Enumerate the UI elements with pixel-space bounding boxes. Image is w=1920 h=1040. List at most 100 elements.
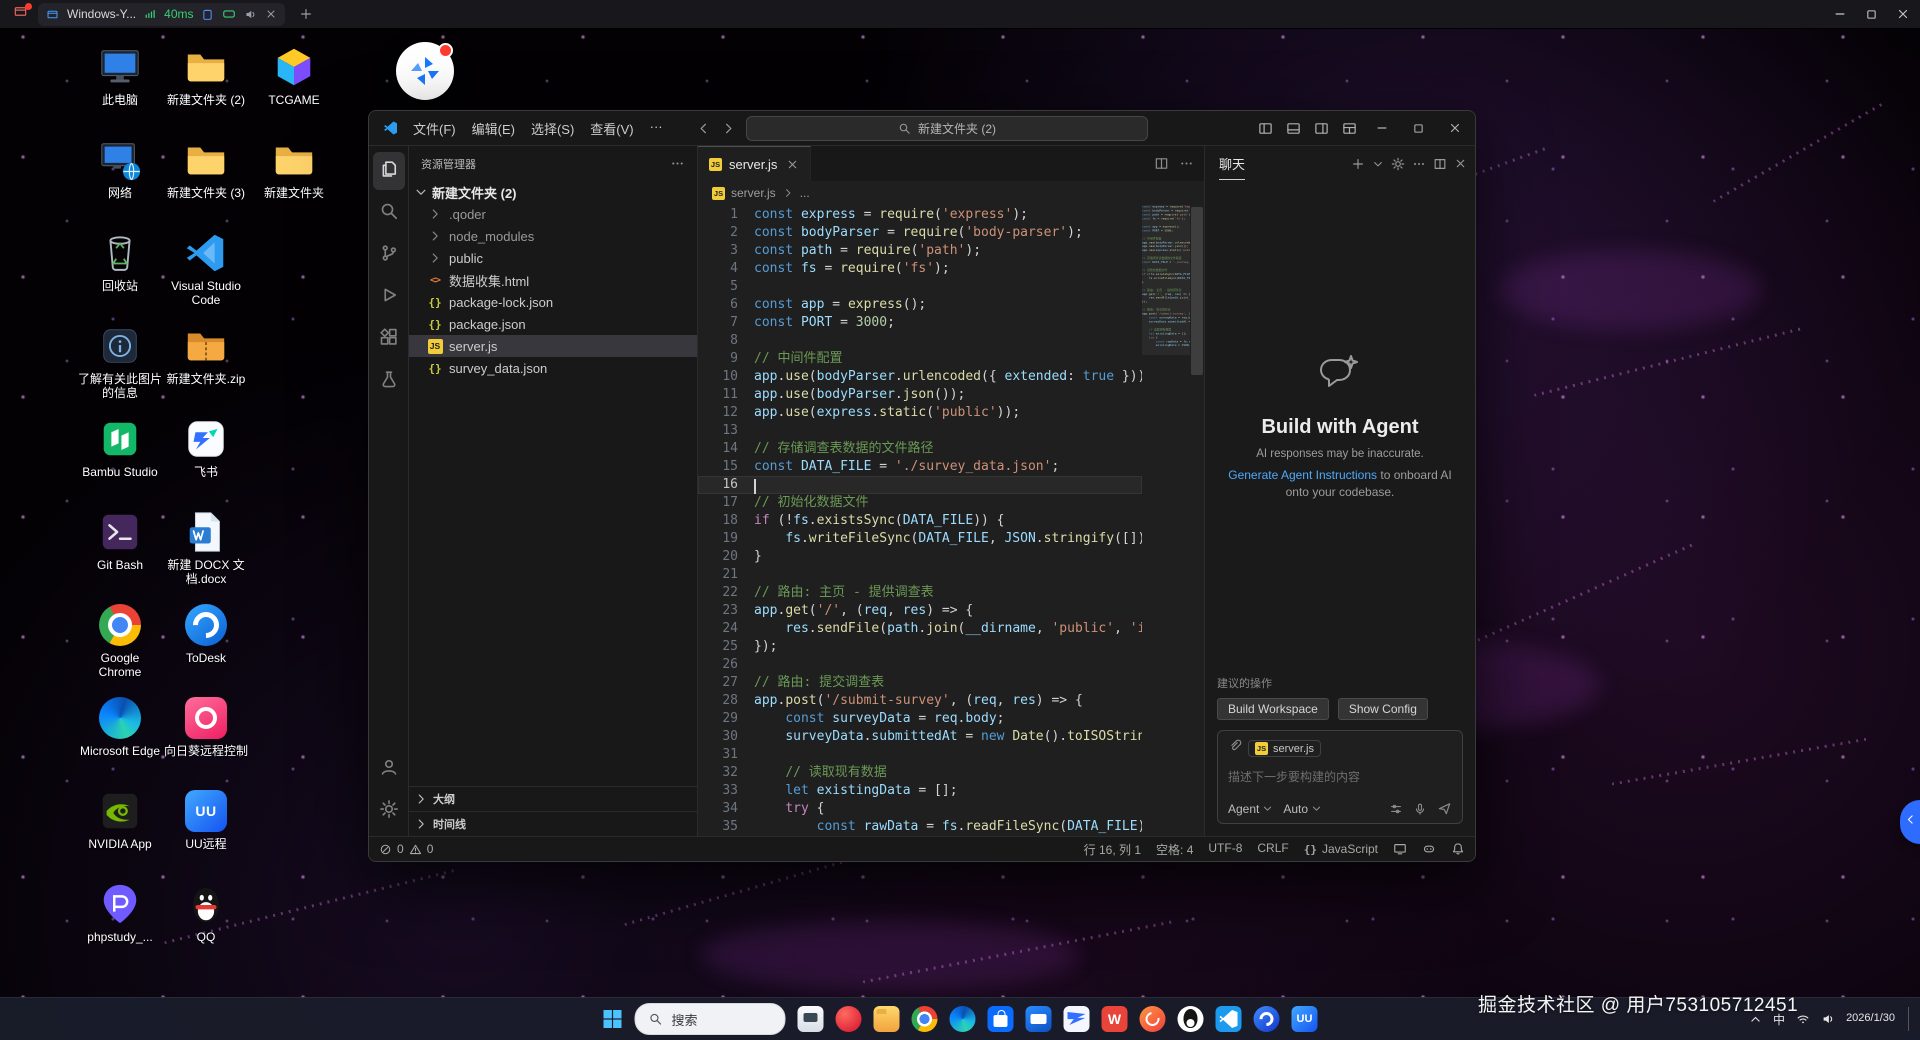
desktop-icon-nvidia[interactable]: NVIDIA App [77,788,163,881]
vscode-close-button[interactable] [1443,121,1467,135]
command-center-search[interactable]: 新建文件夹 (2) [746,116,1148,141]
window-maximize-button[interactable] [1865,8,1878,21]
split-editor-icon[interactable] [1154,156,1169,171]
taskbar-store-icon[interactable] [988,1006,1014,1032]
menu-item[interactable]: 查看(V) [582,116,641,141]
code-line[interactable]: 32 // 读取现有数据 [698,764,1142,782]
remote-app-icon[interactable] [10,4,30,24]
sidebar-section[interactable]: 大纲 [409,786,697,811]
code-line[interactable]: 29 const surveyData = req.body; [698,710,1142,728]
code-line[interactable]: 3const path = require('path'); [698,242,1142,260]
desktop-icon-sunflower[interactable]: 向日葵远程控制 [163,695,249,788]
code-line[interactable]: 8 [698,332,1142,350]
code-line[interactable]: 35 const rawData = fs.readFileSync(DATA_… [698,818,1142,836]
desktop-icon-todesk[interactable]: ToDesk [163,602,249,695]
desktop-icon-zipfolder[interactable]: 新建文件夹.zip [163,323,249,416]
explorer-more-icon[interactable] [670,156,685,171]
code-line[interactable]: 22// 路由: 主页 - 提供调查表 [698,584,1142,602]
code-line[interactable]: 13 [698,422,1142,440]
vscode-minimize-button[interactable] [1370,121,1394,135]
code-line[interactable]: 17// 初始化数据文件 [698,494,1142,512]
settings-gear-icon[interactable] [373,792,405,830]
explorer-item[interactable]: {}package-lock.json [409,291,697,313]
nav-back-icon[interactable] [696,121,711,136]
remote-session-tab[interactable]: Windows-Y... 40ms [38,3,285,26]
code-line[interactable]: 15const DATA_FILE = './survey_data.json'… [698,458,1142,476]
desktop-icon-qq[interactable]: QQ [163,881,249,974]
menu-item[interactable]: 文件(F) [405,116,464,141]
taskbar-wps-icon[interactable]: W [1102,1006,1128,1032]
windows-start-button[interactable] [603,1009,623,1029]
statusbar-item[interactable]: 空格: 4 [1156,841,1193,858]
run-debug-view-icon[interactable] [373,278,405,316]
code-line[interactable]: 14// 存储调查表数据的文件路径 [698,440,1142,458]
extensions-view-icon[interactable] [373,320,405,358]
code-line[interactable]: 27// 路由: 提交调查表 [698,674,1142,692]
code-line[interactable]: 11app.use(bodyParser.json()); [698,386,1142,404]
desktop-icon-gitbash[interactable]: Git Bash [77,509,163,602]
desktop-icon-pc[interactable]: 此电脑 [77,44,163,137]
new-tab-button[interactable] [299,7,313,21]
notifications-bell-icon[interactable] [1451,842,1465,856]
taskbar-explorer-icon[interactable] [874,1006,900,1032]
code-line[interactable]: 31 [698,746,1142,764]
code-line[interactable]: 33 let existingData = []; [698,782,1142,800]
generate-instructions-link[interactable]: Generate Agent Instructions [1228,468,1377,482]
speaker-icon[interactable] [244,8,257,21]
chat-action-show-config[interactable]: Show Config [1338,698,1428,720]
chat-more-icon[interactable] [1412,157,1426,171]
taskbar-pc-icon[interactable] [798,1006,824,1032]
taskbar-music-icon[interactable] [836,1006,862,1032]
desktop-icon-tcgame[interactable]: TCGAME [251,44,337,137]
desktop-icon-network[interactable]: 网络 [77,137,163,230]
taskbar-search[interactable]: 搜索 [635,1003,786,1035]
explorer-item[interactable]: {}survey_data.json [409,357,697,379]
model-picker-dropdown[interactable]: Auto [1283,802,1322,816]
wifi-icon[interactable] [1796,1012,1810,1026]
code-editor[interactable]: 1const express = require('express');2con… [698,205,1204,836]
sidebar-section[interactable]: 时间线 [409,811,697,836]
taskbar-edge-icon[interactable] [950,1006,976,1032]
chevron-down-icon[interactable] [1372,158,1384,170]
menu-item[interactable]: ··· [642,116,671,141]
quality-badge-icon[interactable] [222,7,236,21]
desktop-icon-bambu[interactable]: Bambu Studio [77,416,163,509]
chat-settings-gear-icon[interactable] [1391,157,1405,171]
attached-file-chip[interactable]: JS server.js [1248,740,1321,757]
source-control-view-icon[interactable] [373,236,405,274]
attach-context-icon[interactable] [1228,739,1242,758]
problems-indicator[interactable]: 0 0 [379,842,433,856]
explorer-item[interactable]: .qoder [409,203,697,225]
code-line[interactable]: 1const express = require('express'); [698,206,1142,224]
customize-layout-icon[interactable] [1342,121,1357,136]
chat-close-icon[interactable] [1454,157,1467,170]
statusbar-item[interactable]: CRLF [1257,841,1288,858]
taskbar-todesk-icon[interactable] [1254,1006,1280,1032]
desktop-icon-folder[interactable]: 新建文件夹 [251,137,337,230]
code-line[interactable]: 21 [698,566,1142,584]
code-line[interactable]: 26 [698,656,1142,674]
menu-item[interactable]: 选择(S) [523,116,582,141]
agent-mode-dropdown[interactable]: Agent [1228,802,1273,816]
new-chat-icon[interactable] [1351,157,1365,171]
chat-input-box[interactable]: JS server.js 描述下一步要构建的内容 Agent Auto [1217,730,1463,824]
tray-date[interactable]: 2026/1/30 [1846,1012,1895,1025]
nav-forward-icon[interactable] [721,121,736,136]
code-line[interactable]: 30 surveyData.submittedAt = new Date().t… [698,728,1142,746]
chat-input-placeholder[interactable]: 描述下一步要构建的内容 [1228,768,1452,785]
desktop-icon-info[interactable]: 了解有关此图片的信息 [77,323,163,416]
account-icon[interactable] [373,750,405,788]
desktop-icon-edge[interactable]: Microsoft Edge [77,695,163,788]
copilot-icon[interactable] [1422,842,1436,856]
close-session-icon[interactable] [265,8,277,20]
volume-icon[interactable] [1821,1012,1835,1026]
assistant-logo[interactable] [396,42,454,100]
code-line[interactable]: 5 [698,278,1142,296]
statusbar-item[interactable]: 行 16, 列 1 [1084,841,1141,858]
taskbar-chrome-icon[interactable] [912,1006,938,1032]
code-line[interactable]: 12app.use(express.static('public')); [698,404,1142,422]
taskbar-vscode-icon[interactable] [1216,1006,1242,1032]
desktop-icon-recycle[interactable]: 回收站 [77,230,163,323]
taskbar-qqmusic-icon[interactable] [1140,1006,1166,1032]
display-settings-icon[interactable] [201,8,214,21]
